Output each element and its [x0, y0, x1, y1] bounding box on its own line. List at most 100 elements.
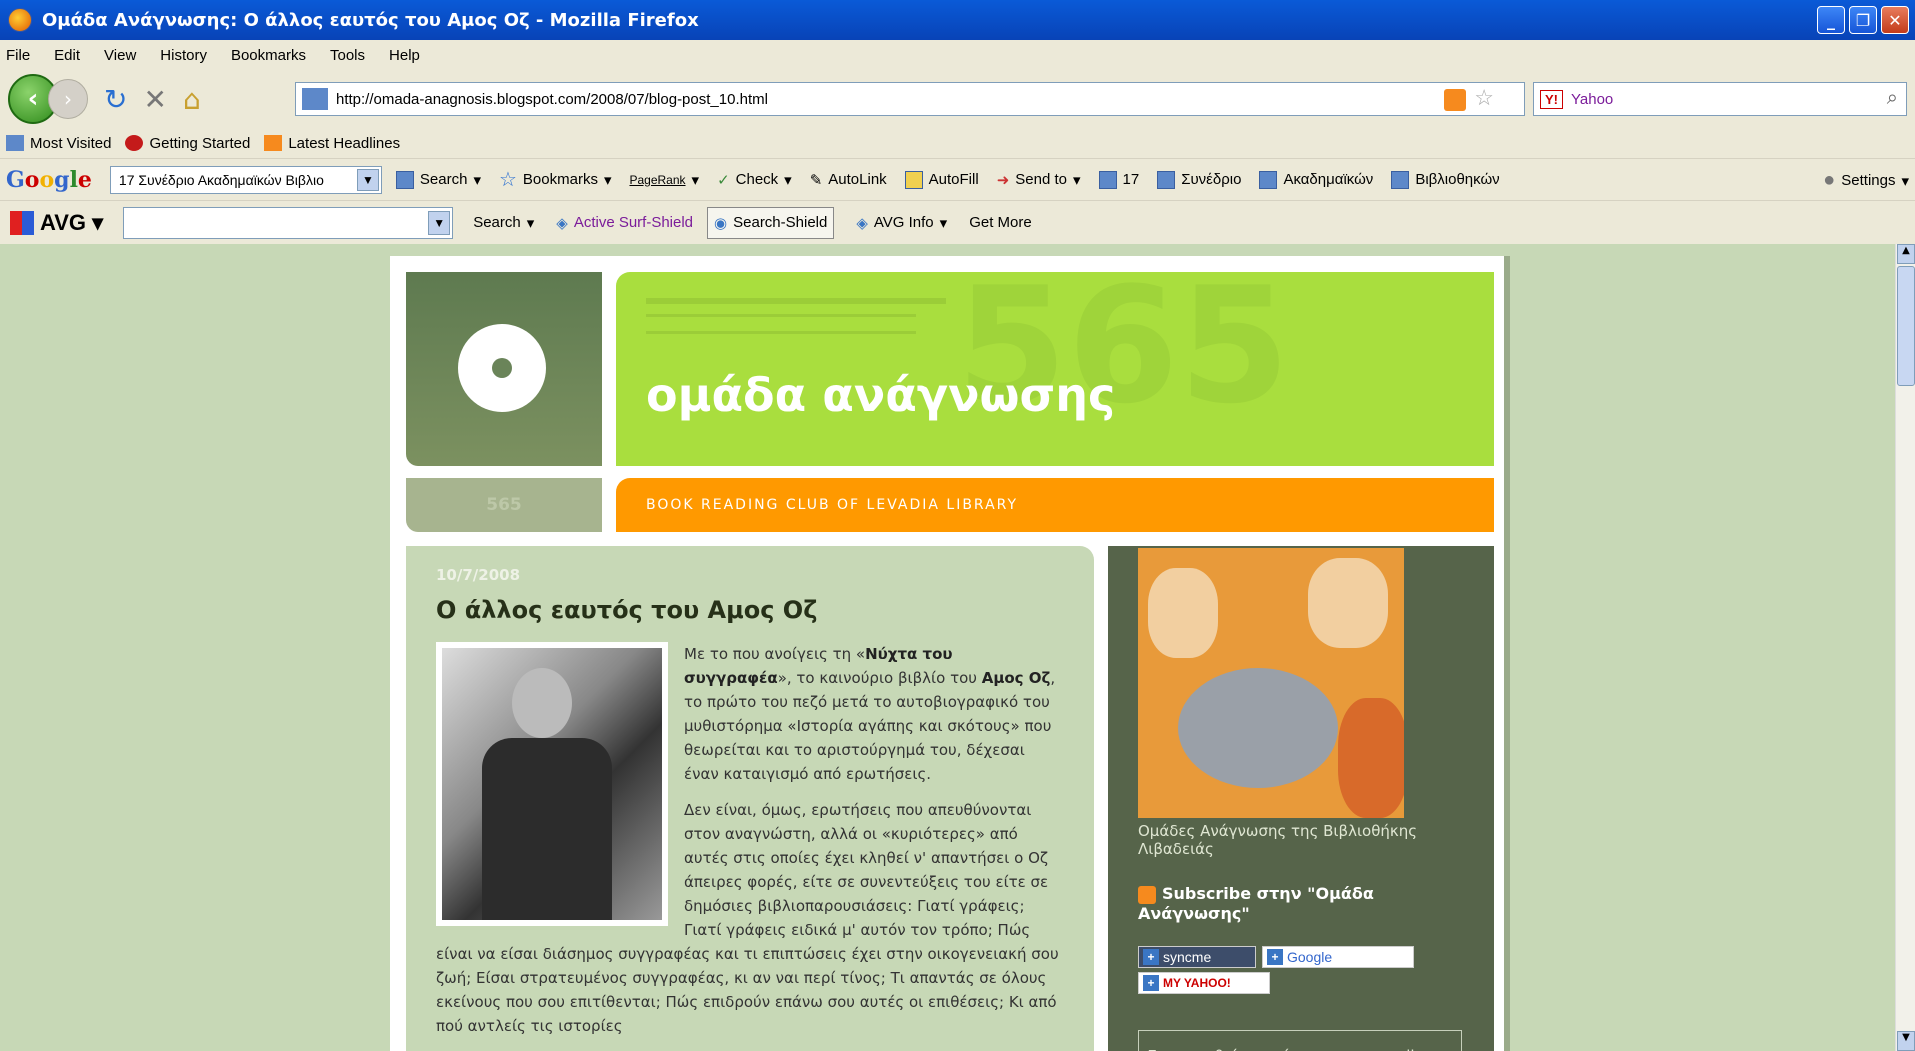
sidebar: Ομάδες Ανάγνωσης της Βιβλιοθήκης Λιβαδει…	[1108, 546, 1494, 1051]
blog-header[interactable]: 565 ομάδα ανάγνωσης	[616, 252, 1494, 466]
autofill-button[interactable]: AutoFill	[904, 170, 979, 189]
avg-search-input[interactable]: ▼	[123, 206, 454, 239]
magnifier-icon	[1391, 170, 1410, 189]
sendto-button[interactable]: ➜ Send to ▾	[997, 171, 1081, 189]
autolink-button[interactable]: ✎ AutoLink	[810, 171, 887, 189]
active-surf-shield[interactable]: ◈ Active Surf-Shield	[556, 214, 693, 232]
google-toolbar: Google 17 Συνέδριο Ακαδημαϊκών Βιβλιο ▼ …	[0, 158, 1915, 200]
blog-title[interactable]: ομάδα ανάγνωσης	[646, 368, 1115, 422]
pagerank-button[interactable]: PageRank ▾	[629, 171, 699, 189]
google-label: Google	[1287, 949, 1333, 965]
menu-edit[interactable]: Edit	[54, 47, 80, 64]
stop-icon[interactable]: ✕	[143, 83, 166, 116]
add-to-my-yahoo-button[interactable]: + MY YAHOO!	[1138, 972, 1270, 994]
window-title: Ομάδα Ανάγνωσης: Ο άλλος εαυτός του Αμος…	[42, 9, 699, 31]
get-more-button[interactable]: Get More	[969, 214, 1032, 231]
search-icon[interactable]: ⌕	[1887, 87, 1898, 110]
post-date: 10/7/2008	[436, 566, 521, 584]
subscribe-label: Subscribe στην "Ομάδα Ανάγνωσης"	[1138, 884, 1374, 923]
header-logo-block	[406, 272, 602, 466]
syncme-button[interactable]: + syncme	[1138, 946, 1256, 968]
avg-search-label: Search	[473, 214, 521, 231]
url-bar[interactable]: http://omada-anagnosis.blogspot.com/2008…	[295, 82, 1525, 116]
star-icon: ☆	[498, 169, 517, 191]
minimize-button[interactable]: _	[1817, 6, 1845, 34]
scroll-up-icon[interactable]: ▲	[1897, 244, 1915, 264]
spellcheck-button[interactable]: ✓ Check ▾	[717, 171, 792, 189]
magnifier-icon	[1098, 170, 1117, 189]
menu-help[interactable]: Help	[389, 47, 420, 64]
search-shield-icon: ◉	[714, 214, 728, 232]
scroll-down-icon[interactable]: ▼	[1897, 1031, 1915, 1051]
avg-toolbar: AVG ▾ ▼ Search ▾ ◈ Active Surf-Shield ◉ Sea…	[0, 200, 1915, 244]
scroll-thumb[interactable]	[1897, 266, 1915, 386]
chevron-down-icon[interactable]: ▼	[428, 210, 451, 235]
home-icon[interactable]: ⌂	[183, 83, 201, 116]
gear-icon: ●	[1823, 169, 1836, 191]
flower-logo-icon	[458, 324, 546, 412]
myyahoo-label: MY YAHOO!	[1163, 976, 1231, 990]
author-photo[interactable]	[436, 642, 668, 926]
url-text[interactable]: http://omada-anagnosis.blogspot.com/2008…	[336, 91, 768, 108]
close-button[interactable]: ✕	[1881, 6, 1909, 34]
window-titlebar: Ομάδα Ανάγνωσης: Ο άλλος εαυτός του Αμος…	[0, 0, 1915, 40]
search-term-akadimaikon[interactable]: Ακαδημαϊκών	[1259, 170, 1373, 189]
post-text: », το καινούριο βιβλίο του	[777, 669, 982, 687]
bookmark-getting-started[interactable]: Getting Started	[125, 135, 250, 152]
plus-icon: +	[1143, 949, 1159, 965]
avg-logo[interactable]: AVG ▾	[10, 210, 103, 236]
reading-group-illustration[interactable]	[1138, 548, 1404, 818]
header-decoration	[646, 314, 916, 334]
magnifier-icon	[1259, 170, 1278, 189]
google-search-button[interactable]: Search ▾	[395, 170, 481, 189]
search-term-synedrio[interactable]: Συνέδριο	[1157, 170, 1242, 189]
menu-history[interactable]: History	[160, 47, 207, 64]
blog-number-block: 565	[406, 478, 602, 532]
search-shield-label: Search-Shield	[733, 214, 828, 231]
bookmark-label: Latest Headlines	[288, 134, 401, 152]
search-term-17[interactable]: 17	[1098, 170, 1140, 189]
forward-button[interactable]: ›	[48, 79, 88, 119]
yahoo-engine-icon[interactable]: Y!	[1540, 89, 1563, 109]
term-label: Συνέδριο	[1181, 171, 1242, 188]
search-input[interactable]: Yahoo	[1571, 91, 1613, 108]
google-g-icon	[395, 170, 414, 189]
search-term-vivliothikon[interactable]: Βιβλιοθηκών	[1391, 170, 1500, 189]
check-label: Check	[735, 171, 779, 188]
google-logo[interactable]: Google	[6, 167, 92, 193]
header-decoration	[646, 298, 946, 304]
avg-info-button[interactable]: ◈ AVG Info ▾	[856, 214, 947, 232]
bookmark-most-visited[interactable]: Most Visited	[6, 135, 111, 152]
google-bookmarks-label: Bookmarks	[522, 171, 598, 188]
menu-bookmarks[interactable]: Bookmarks	[231, 47, 306, 64]
google-query-text[interactable]: 17 Συνέδριο Ακαδημαϊκών Βιβλιο	[119, 172, 324, 188]
vertical-scrollbar[interactable]: ▲ ▼	[1895, 244, 1915, 1051]
firefox-icon	[8, 8, 32, 32]
menu-view[interactable]: View	[104, 47, 136, 64]
google-bookmarks-button[interactable]: ☆ Bookmarks ▾	[499, 167, 612, 192]
reload-icon[interactable]: ↻	[104, 83, 127, 116]
rss-feed-icon[interactable]	[1444, 89, 1466, 111]
avg-logo-text: AVG	[40, 209, 87, 235]
google-search-input[interactable]: 17 Συνέδριο Ακαδημαϊκών Βιβλιο ▼	[109, 165, 382, 194]
add-to-google-button[interactable]: + Google	[1262, 946, 1414, 968]
menu-tools[interactable]: Tools	[330, 47, 365, 64]
search-bar[interactable]: Y! Yahoo ⌕	[1533, 82, 1907, 116]
info-icon: ◈	[856, 214, 868, 232]
menu-file[interactable]: File	[6, 47, 30, 64]
search-shield-button[interactable]: ◉ Search-Shield	[707, 206, 835, 239]
avg-search-button[interactable]: Search ▾	[473, 214, 534, 232]
post-text: Με το που ανοίγεις τη «	[684, 645, 866, 663]
autofill-icon	[904, 170, 923, 189]
bookmark-star-icon[interactable]: ☆	[1474, 85, 1494, 111]
post-title[interactable]: Ο άλλος εαυτός του Αμος Οζ	[436, 596, 1064, 624]
google-settings-button[interactable]: ● Settings ▾	[1823, 169, 1909, 192]
bookmark-latest-headlines[interactable]: Latest Headlines	[264, 135, 400, 152]
restore-button[interactable]: ❐	[1849, 6, 1877, 34]
window-controls: _ ❐ ✕	[1817, 6, 1909, 34]
term-label: 17	[1122, 171, 1140, 188]
chevron-down-icon[interactable]: ▼	[356, 168, 379, 191]
term-label: Βιβλιοθηκών	[1415, 171, 1500, 188]
pagerank-label: PageRank	[629, 172, 686, 187]
email-subscribe-box[interactable]: Ενημερωθείτε εισάγοντας το email σας:	[1138, 1030, 1462, 1051]
